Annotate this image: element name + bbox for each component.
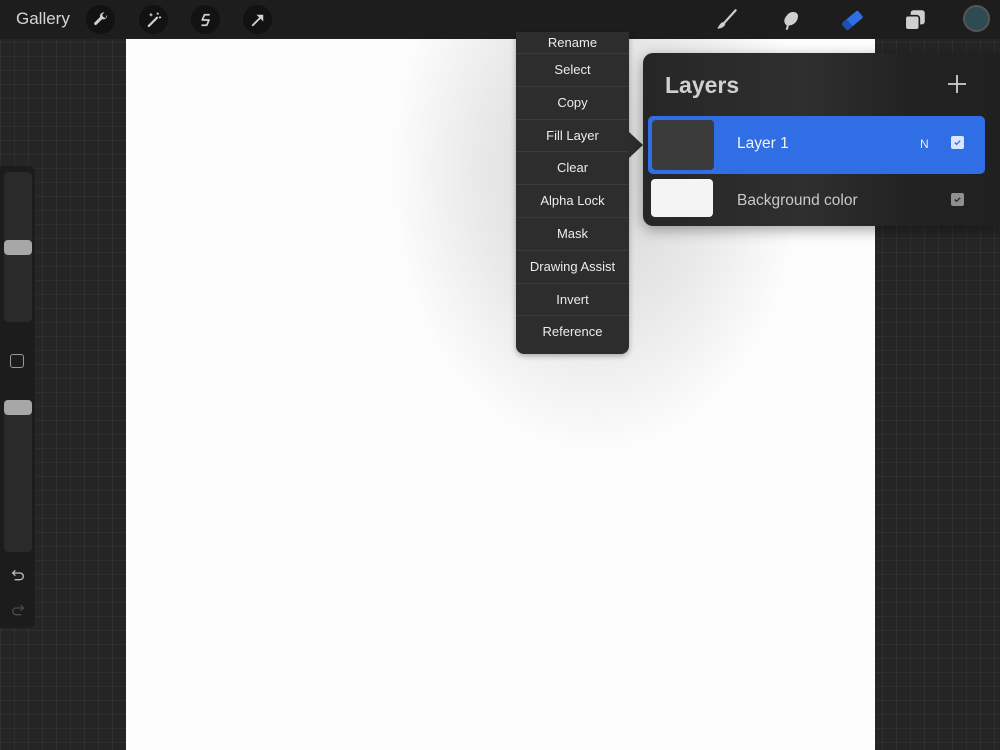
layer-thumbnail[interactable] [651,179,713,217]
layer-name: Layer 1 [737,135,789,152]
redo-button[interactable] [8,601,28,619]
brush-tool-button[interactable] [712,5,742,35]
undo-icon [11,569,24,581]
layers-icon [904,10,925,31]
transform-button[interactable] [243,5,272,34]
menu-item-reference[interactable]: Reference [516,316,629,349]
checkmark-icon [954,140,961,146]
menu-pointer-arrow [629,132,643,158]
layers-title: Layers [665,72,740,98]
plus-icon [948,75,966,93]
layer-row-background-color[interactable]: Background color [648,171,985,229]
eraser-tool-button[interactable] [837,5,867,35]
arrow-cursor-icon [251,14,263,26]
blend-mode-button[interactable]: N [920,137,929,151]
brush-icon [717,9,737,29]
layer-name: Background color [737,192,858,209]
brush-size-slider[interactable] [4,172,32,322]
smudge-finger-icon [784,12,799,30]
layer-options-menu: Rename Select Copy Fill Layer Clear Alph… [516,32,629,354]
add-layer-button[interactable] [945,72,969,96]
wrench-icon [93,11,107,25]
brush-size-thumb[interactable] [4,240,32,255]
actions-button[interactable] [86,5,115,34]
menu-item-mask[interactable]: Mask [516,218,629,251]
layers-panel: Layers Layer 1 N Background color [643,53,1000,226]
menu-item-copy[interactable]: Copy [516,87,629,120]
menu-item-rename[interactable]: Rename [516,32,629,54]
smudge-tool-button[interactable] [775,5,805,35]
magic-wand-icon [147,12,161,27]
layer-visibility-checkbox[interactable] [951,193,964,206]
menu-item-clear[interactable]: Clear [516,152,629,186]
menu-item-select[interactable]: Select [516,54,629,87]
layer-row-layer-1[interactable]: Layer 1 N [648,116,985,174]
menu-item-fill-layer[interactable]: Fill Layer [516,120,629,153]
top-toolbar: Gallery [0,0,1000,39]
checkmark-icon [954,197,961,203]
menu-item-invert[interactable]: Invert [516,284,629,317]
layer-thumbnail[interactable] [652,120,714,170]
color-picker-button[interactable] [963,5,990,32]
layers-tool-button[interactable] [900,5,930,35]
redo-icon [12,604,25,616]
menu-item-drawing-assist[interactable]: Drawing Assist [516,251,629,284]
opacity-thumb[interactable] [4,400,32,415]
eraser-icon [842,10,863,31]
opacity-slider[interactable] [4,400,32,552]
undo-button[interactable] [8,566,28,584]
left-sidebar [0,166,35,628]
gallery-button[interactable]: Gallery [16,9,70,29]
layer-visibility-checkbox[interactable] [951,136,964,149]
adjustments-button[interactable] [139,5,168,34]
selection-button[interactable] [191,5,220,34]
modify-button[interactable] [10,354,24,368]
selection-s-icon [200,13,210,26]
menu-item-alpha-lock[interactable]: Alpha Lock [516,185,629,218]
